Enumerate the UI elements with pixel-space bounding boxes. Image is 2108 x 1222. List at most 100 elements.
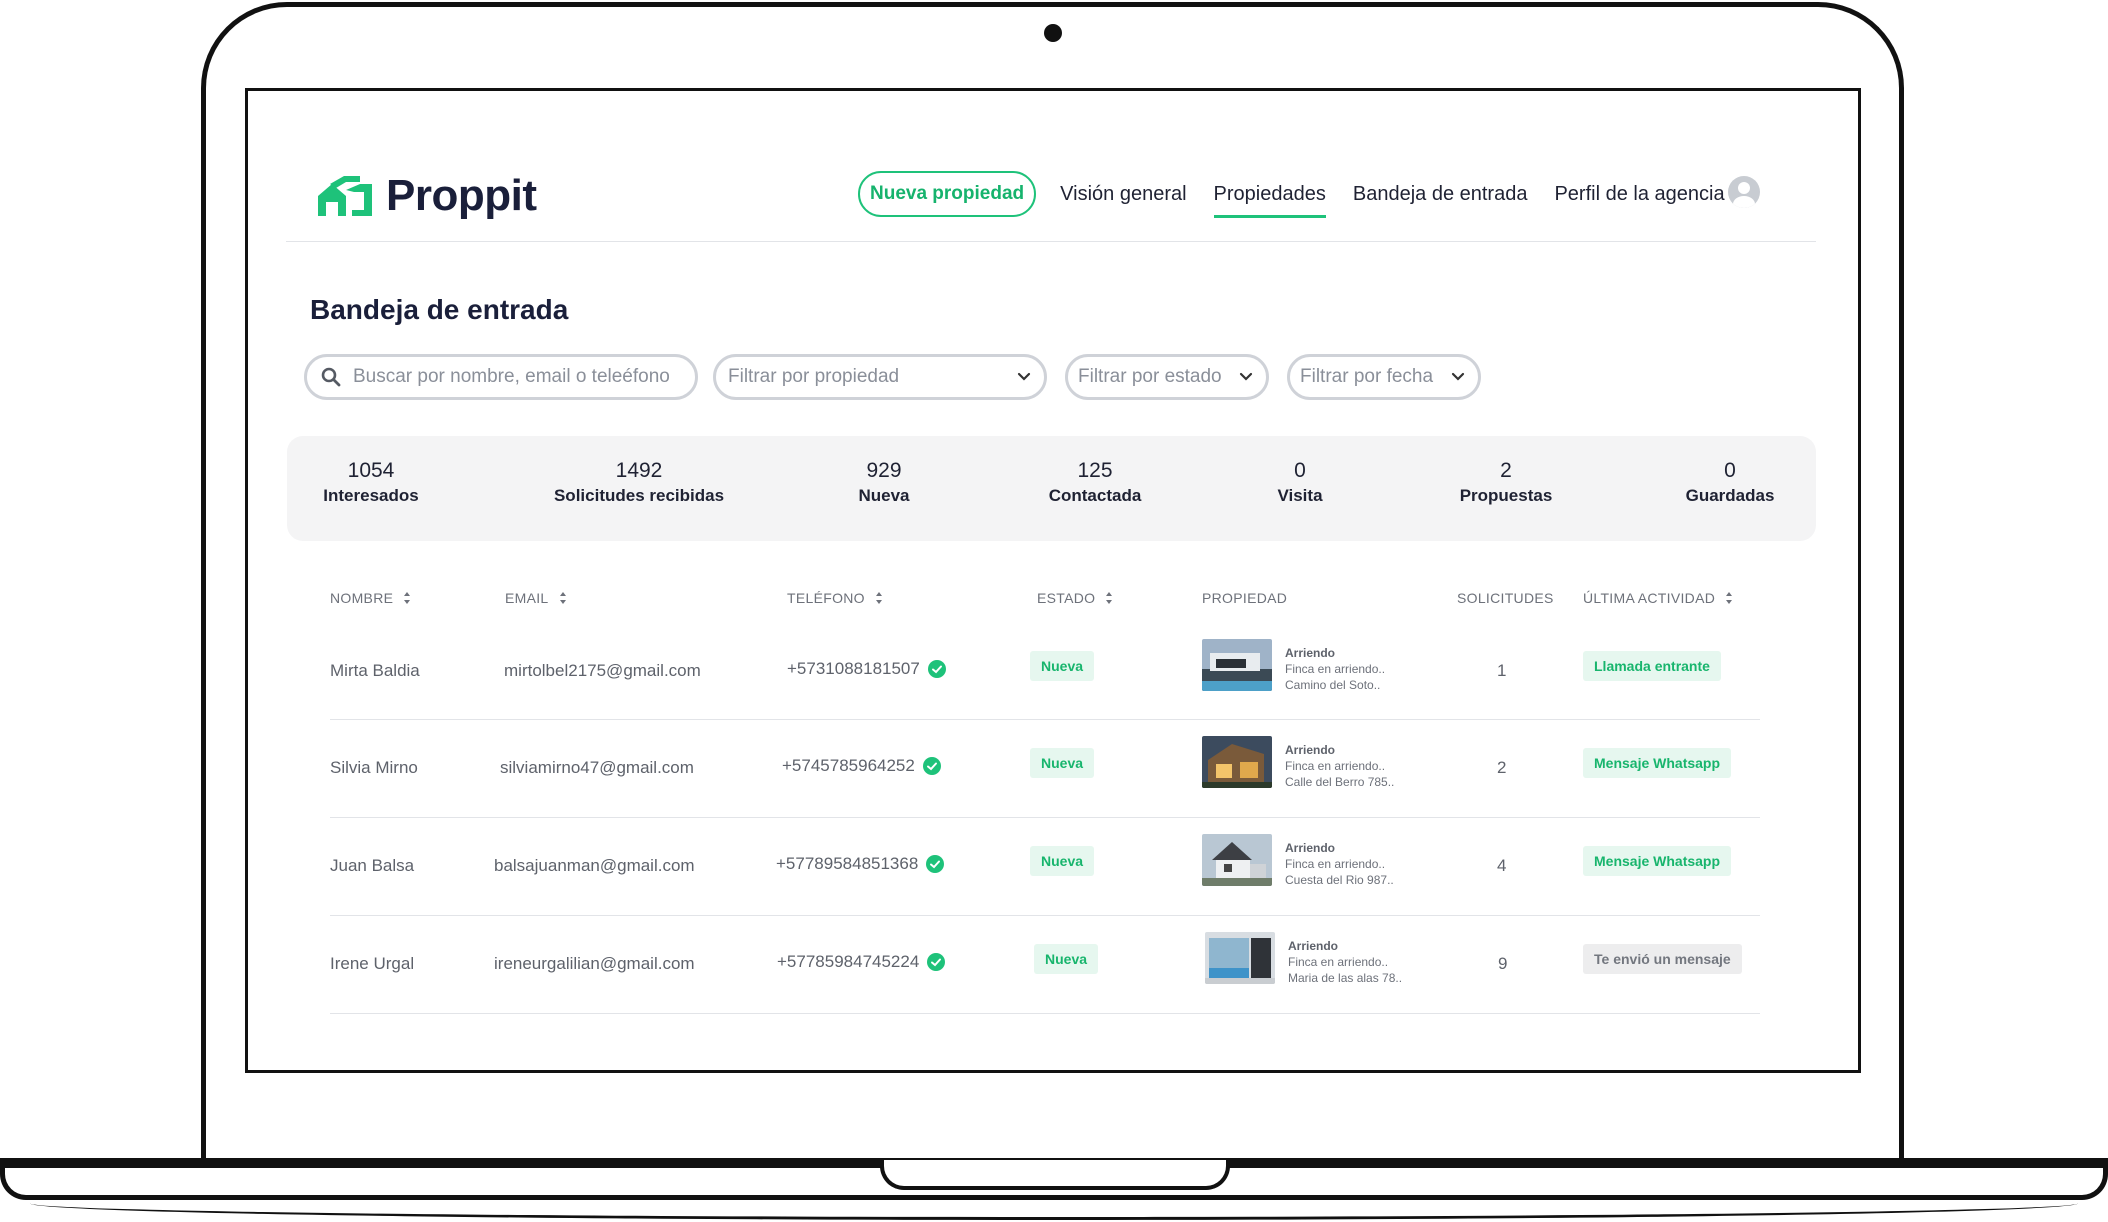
- property-title: Finca en arriendo..: [1285, 662, 1386, 676]
- row-requests: 1: [1497, 661, 1507, 680]
- search-input[interactable]: Buscar por nombre, email o teleéfono: [304, 354, 698, 400]
- stats-bar: 1054 Interesados 1492 Solicitudes recibi…: [287, 436, 1816, 541]
- row-divider: [330, 1013, 1760, 1014]
- row-phone: +57789584851368: [776, 854, 945, 874]
- stat-proposals[interactable]: 2 Propuestas: [1460, 459, 1553, 506]
- chevron-down-icon: [1017, 372, 1031, 381]
- property-address: Cuesta del Rio 987..: [1285, 873, 1394, 887]
- header-label: SOLICITUDES: [1457, 590, 1554, 606]
- row-phone: +5731088181507: [787, 659, 946, 679]
- stat-value: 929: [866, 459, 902, 482]
- new-property-button[interactable]: Nueva propiedad: [858, 171, 1037, 217]
- sort-icon[interactable]: [1105, 591, 1113, 605]
- property-info: Arriendo Finca en arriendo.. Cuesta del …: [1285, 840, 1394, 888]
- status-badge: Nueva: [1030, 748, 1095, 778]
- column-header-property: PROPIEDAD: [1202, 590, 1287, 606]
- row-email: balsajuanman@gmail.com: [494, 856, 695, 875]
- column-header-phone[interactable]: TELÉFONO: [787, 590, 883, 606]
- proppit-logo[interactable]: Proppit: [316, 171, 537, 221]
- column-header-name[interactable]: NOMBRE: [330, 590, 411, 606]
- sort-icon[interactable]: [403, 591, 411, 605]
- row-phone: +5745785964252: [782, 756, 941, 776]
- property-title: Finca en arriendo..: [1288, 955, 1389, 969]
- property-thumbnail[interactable]: [1205, 932, 1275, 984]
- sort-icon[interactable]: [875, 591, 883, 605]
- stat-interested[interactable]: 1054 Interesados: [323, 459, 418, 506]
- row-requests: 4: [1497, 856, 1507, 875]
- stat-value: 1492: [615, 459, 663, 482]
- chevron-down-icon: [1239, 372, 1253, 381]
- column-header-status[interactable]: ESTADO: [1037, 590, 1113, 606]
- status-badge: Nueva: [1030, 651, 1095, 681]
- phone-number: +5745785964252: [782, 756, 915, 775]
- verified-check-icon: [927, 953, 946, 971]
- header-divider: [286, 241, 1816, 242]
- header-label: ÚLTIMA ACTIVIDAD: [1583, 590, 1716, 606]
- row-name: Silvia Mirno: [330, 758, 418, 777]
- stat-value: 125: [1077, 459, 1113, 482]
- verified-check-icon: [927, 660, 946, 678]
- stat-label: Contactada: [1048, 486, 1142, 505]
- row-requests: 9: [1498, 954, 1508, 973]
- verified-check-icon: [922, 757, 941, 775]
- row-divider: [330, 719, 1760, 720]
- header-label: PROPIEDAD: [1202, 590, 1288, 606]
- status-badge: Nueva: [1030, 846, 1095, 876]
- stat-contacted[interactable]: 125 Contactada: [1049, 459, 1142, 506]
- stat-visit[interactable]: 0 Visita: [1277, 459, 1322, 506]
- laptop-foot: [30, 1200, 2078, 1220]
- user-avatar-icon[interactable]: [1728, 176, 1760, 208]
- stat-label: Interesados: [323, 486, 419, 505]
- column-header-email[interactable]: EMAIL: [505, 590, 567, 606]
- stat-label: Guardadas: [1685, 486, 1775, 505]
- nav-link-agency-profile[interactable]: Perfil de la agencia: [1554, 183, 1724, 206]
- property-type: Arriendo: [1285, 841, 1336, 855]
- header-label: TELÉFONO: [787, 590, 865, 606]
- house-logo-icon: [318, 176, 372, 216]
- date-filter-label: Filtrar por fecha: [1300, 366, 1434, 387]
- status-filter-label: Filtrar por estado: [1078, 366, 1222, 387]
- stat-label: Solicitudes recibidas: [553, 486, 725, 505]
- row-name: Mirta Baldia: [330, 661, 420, 680]
- property-thumbnail[interactable]: [1202, 639, 1272, 691]
- nav-link-properties[interactable]: Propiedades: [1213, 183, 1327, 218]
- date-filter-select[interactable]: Filtrar por fecha: [1287, 354, 1481, 400]
- nav-link-inbox[interactable]: Bandeja de entrada: [1353, 183, 1528, 206]
- activity-badge: Llamada entrante: [1583, 651, 1721, 681]
- property-type: Arriendo: [1285, 743, 1336, 757]
- activity-badge: Te envió un mensaje: [1583, 944, 1742, 974]
- header-label: NOMBRE: [330, 590, 394, 606]
- page-title: Bandeja de entrada: [310, 294, 569, 325]
- stat-saved[interactable]: 0 Guardadas: [1686, 459, 1775, 506]
- activity-badge: Mensaje Whatsapp: [1583, 748, 1732, 778]
- column-header-requests: SOLICITUDES: [1457, 590, 1554, 606]
- status-filter-select[interactable]: Filtrar por estado: [1065, 354, 1269, 400]
- row-name: Juan Balsa: [330, 856, 415, 875]
- nav-link-overview[interactable]: Visión general: [1060, 183, 1186, 206]
- property-type: Arriendo: [1285, 646, 1336, 660]
- row-email: mirtolbel2175@gmail.com: [504, 661, 701, 680]
- stat-requests[interactable]: 1492 Solicitudes recibidas: [554, 459, 724, 506]
- laptop-screen: Proppit Nueva propiedad Visión general P…: [245, 88, 1861, 1073]
- brand-name: Proppit: [386, 171, 537, 220]
- stat-new[interactable]: 929 Nueva: [858, 459, 909, 506]
- column-header-last-activity[interactable]: ÚLTIMA ACTIVIDAD: [1583, 590, 1733, 606]
- sort-icon[interactable]: [559, 591, 567, 605]
- row-divider: [330, 915, 1760, 916]
- stat-label: Nueva: [858, 486, 910, 505]
- verified-check-icon: [926, 855, 945, 873]
- row-divider: [330, 817, 1760, 818]
- property-filter-select[interactable]: Filtrar por propiedad: [713, 354, 1047, 400]
- laptop-notch: [880, 1160, 1230, 1190]
- top-nav: Nueva propiedad Visión general Propiedad…: [858, 171, 1752, 218]
- property-title: Finca en arriendo..: [1285, 759, 1386, 773]
- row-name: Irene Urgal: [330, 954, 415, 973]
- phone-number: +57785984745224: [777, 952, 920, 971]
- property-address: Camino del Soto..: [1285, 678, 1381, 692]
- property-thumbnail[interactable]: [1202, 834, 1272, 886]
- header-label: EMAIL: [505, 590, 549, 606]
- property-type: Arriendo: [1288, 939, 1339, 953]
- stat-value: 1054: [347, 459, 395, 482]
- property-thumbnail[interactable]: [1202, 736, 1272, 788]
- sort-icon[interactable]: [1725, 591, 1733, 605]
